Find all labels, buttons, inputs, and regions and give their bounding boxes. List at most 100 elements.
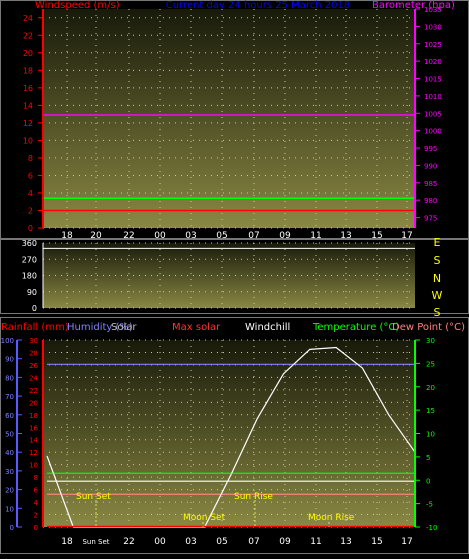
solar-label: Solar — [111, 322, 137, 333]
temperature-tick-label: 25 — [426, 360, 435, 368]
rainfall-tick-label: 22 — [29, 387, 38, 395]
top-x-tick-label: 03 — [185, 231, 196, 241]
temperature-tick-label: 10 — [426, 431, 435, 439]
rainfall-tick-label: 24 — [29, 374, 38, 382]
windspeed-tick-label: 0 — [28, 224, 33, 233]
compass-labels: ESNWS — [432, 236, 443, 319]
barometer-tick-label: 1010 — [424, 93, 442, 101]
windspeed-tick-label: 20 — [23, 49, 33, 58]
compass-label: W — [432, 289, 443, 302]
windspeed-tick-label: 8 — [28, 154, 33, 163]
top-x-tick-label: 15 — [371, 231, 382, 241]
temperature-tick-label: 15 — [426, 407, 435, 415]
rainfall-tick-label: 28 — [29, 349, 38, 357]
bottom-x-tick-label: 22 — [123, 537, 134, 547]
rainfall-tick-label: 10 — [29, 462, 38, 470]
top-x-tick-label: 05 — [216, 231, 227, 241]
barometer-label: Barometer (hpa) — [372, 0, 455, 11]
windchill-label: Windchill — [245, 322, 290, 333]
top-x-tick-label: 07 — [248, 231, 259, 241]
sun-set-text: Sun Set — [76, 492, 111, 502]
direction-tick-label: 0 — [32, 304, 37, 313]
top-x-tick-label: 13 — [340, 231, 351, 241]
weather-chart: 18 20 22 00 03 05 07 09 11 13 15 170246810121416182… — [0, 0, 469, 554]
humidity-tick-label: 30 — [5, 468, 14, 476]
rainfall-tick-label: 12 — [29, 449, 38, 457]
humidity-tick-label: 60 — [5, 412, 14, 420]
compass-label: N — [433, 272, 441, 285]
compass-label: S — [434, 254, 441, 267]
barometer-tick-label: 1005 — [424, 110, 442, 118]
bottom-x-tick-label: 18 — [61, 537, 73, 547]
temperature-tick-label: 0 — [426, 477, 430, 485]
windspeed-tick-label: 18 — [23, 66, 33, 75]
rainfall-tick-label: 16 — [29, 424, 38, 432]
humidity-tick-label: 50 — [5, 431, 14, 439]
humidity-tick-label: 0 — [10, 524, 14, 532]
bottom-x-tick-label: 05 — [216, 537, 227, 547]
moon-set-text: Moon Set — [183, 513, 226, 523]
temperature-label: Temperature (°C) — [312, 322, 399, 333]
bottom-x-tick-label: 07 — [248, 537, 259, 547]
rainfall-tick-label: 2 — [34, 512, 38, 520]
windspeed-tick-label: 2 — [28, 206, 33, 215]
rainfall-tick-label: 14 — [29, 437, 38, 445]
moon-rise-text: Moon Rise — [308, 513, 355, 523]
bottom-x-tick-label: Sun Set — [82, 538, 109, 546]
dew-point-label: Dew Point (°C) — [392, 322, 465, 333]
top-x-tick-label: 00 — [154, 231, 166, 241]
rainfall-tick-label: 20 — [29, 399, 38, 407]
windspeed-label: Windspeed (m/s) — [35, 0, 120, 11]
direction-tick-label: 90 — [27, 288, 37, 297]
humidity-tick-label: 80 — [5, 374, 14, 382]
temperature-tick-label: -5 — [426, 501, 433, 509]
compass-label: E — [434, 236, 441, 249]
top-x-tick-label: 17 — [401, 231, 412, 241]
top-x-tick-label: 22 — [123, 231, 134, 241]
humidity-tick-label: 100 — [1, 337, 14, 345]
top-x-tick-label: 20 — [90, 231, 102, 241]
direction-tick-label: 270 — [22, 255, 37, 264]
barometer-tick-label: 980 — [424, 197, 437, 205]
bottom-x-tick-label: 00 — [154, 537, 166, 547]
windspeed-tick-label: 22 — [23, 31, 33, 40]
barometer-tick-label: 1025 — [424, 41, 442, 49]
top-x-tick-label: 18 — [61, 231, 73, 241]
humidity-tick-label: 10 — [5, 505, 14, 513]
temperature-tick-label: 20 — [426, 384, 435, 392]
bottom-x-tick-label: 11 — [310, 537, 321, 547]
compass-label: S — [434, 306, 441, 319]
bottom-x-tick-label: 09 — [279, 537, 291, 547]
top-x-tick-label: 09 — [279, 231, 291, 241]
rainfall-label: Rainfall (mm) — [1, 322, 69, 333]
rainfall-tick-label: 8 — [34, 474, 38, 482]
windspeed-tick-label: 4 — [28, 189, 33, 198]
humidity-tick-label: 70 — [5, 393, 14, 401]
windspeed-tick-label: 24 — [23, 14, 33, 23]
humidity-tick-label: 40 — [5, 449, 14, 457]
temperature-tick-label: -10 — [426, 524, 437, 532]
direction-tick-label: 360 — [22, 239, 37, 248]
rainfall-tick-label: 18 — [29, 412, 38, 420]
temperature-tick-label: 5 — [426, 454, 430, 462]
temperature-tick-label: 30 — [426, 337, 435, 345]
sun-rise-text: Sun Rise — [234, 492, 273, 502]
humidity-tick-label: 90 — [5, 356, 14, 364]
bottom-x-tick-label: 17 — [401, 537, 412, 547]
windspeed-tick-label: 6 — [28, 171, 33, 180]
rainfall-tick-label: 26 — [29, 362, 38, 370]
windspeed-tick-label: 14 — [23, 101, 33, 110]
barometer-tick-label: 1030 — [424, 23, 442, 31]
barometer-tick-label: 1015 — [424, 76, 442, 84]
chart-title: Current day 24 hours 25 March 2018 — [166, 0, 351, 11]
windspeed-tick-label: 12 — [23, 119, 33, 128]
barometer-tick-label: 975 — [424, 215, 437, 223]
barometer-tick-label: 995 — [424, 145, 437, 153]
barometer-tick-label: 985 — [424, 180, 437, 188]
top-panel — [43, 9, 415, 228]
windspeed-tick-label: 16 — [23, 84, 33, 93]
bottom-x-tick-label: 13 — [340, 537, 351, 547]
rainfall-tick-label: 30 — [29, 337, 38, 345]
bottom-x-tick-label: 15 — [371, 537, 382, 547]
barometer-tick-label: 990 — [424, 162, 437, 170]
